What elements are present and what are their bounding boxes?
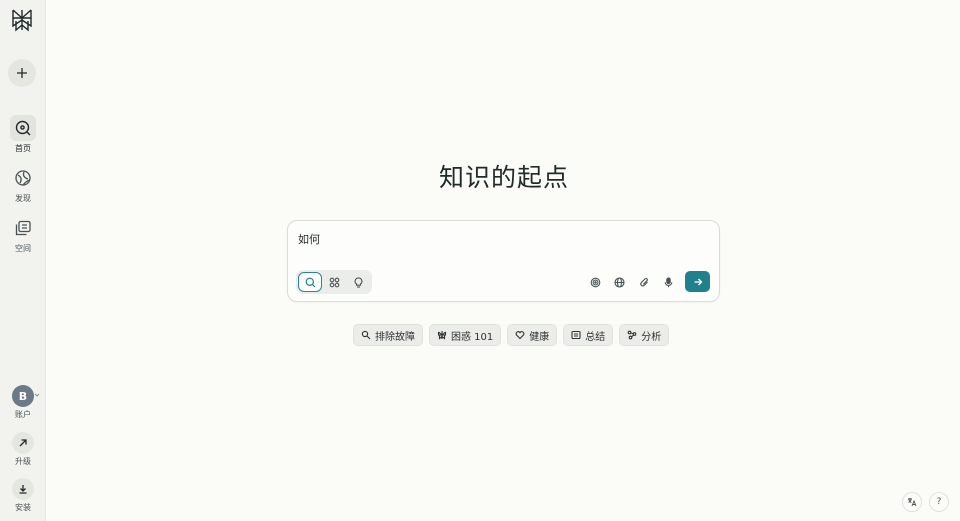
search-circle-icon bbox=[15, 120, 31, 136]
sidebar-item-label: 安装 bbox=[15, 503, 31, 512]
help-button[interactable]: ? bbox=[929, 492, 949, 512]
chip-health[interactable]: 健康 bbox=[507, 324, 558, 346]
heart-icon bbox=[515, 331, 525, 340]
globe-icon bbox=[613, 276, 625, 288]
chip-summarize[interactable]: 总结 bbox=[563, 324, 614, 346]
chip-analyze[interactable]: 分析 bbox=[619, 324, 670, 346]
wrench-icon bbox=[361, 330, 371, 340]
sidebar-item-home[interactable]: 首页 bbox=[0, 115, 46, 154]
brain-icon bbox=[437, 331, 447, 340]
query-composer[interactable]: 如何 bbox=[287, 220, 720, 302]
query-input[interactable]: 如何 bbox=[298, 231, 320, 247]
sidebar-item-upgrade[interactable]: 升级 bbox=[0, 432, 46, 467]
list-icon bbox=[571, 330, 581, 340]
bulb-icon bbox=[354, 276, 362, 288]
new-thread-button[interactable] bbox=[8, 59, 36, 87]
mode-selector bbox=[296, 270, 372, 294]
sidebar-item-label: 空间 bbox=[15, 244, 31, 253]
mode-research-button[interactable] bbox=[322, 272, 346, 292]
search-icon bbox=[305, 277, 315, 287]
page-title: 知识的起点 bbox=[438, 163, 569, 192]
perplexity-logo-icon[interactable] bbox=[9, 7, 35, 33]
language-button[interactable] bbox=[902, 492, 922, 512]
sidebar: 首页 发现 空间 B 账户 升级 安装 bbox=[0, 0, 46, 521]
chip-label: 分析 bbox=[641, 331, 662, 343]
microphone-icon bbox=[664, 276, 672, 287]
download-icon bbox=[19, 485, 27, 494]
chip-label: 健康 bbox=[529, 331, 550, 343]
chevron-down-icon[interactable] bbox=[34, 392, 40, 398]
arrow-up-right-icon bbox=[19, 439, 27, 447]
mode-search-button[interactable] bbox=[298, 272, 322, 292]
sidebar-item-spaces[interactable]: 空间 bbox=[0, 215, 46, 254]
focus-button[interactable] bbox=[587, 274, 603, 290]
sidebar-item-label: 首页 bbox=[15, 144, 31, 153]
voice-button[interactable] bbox=[660, 274, 676, 290]
spaces-icon bbox=[15, 220, 31, 236]
analysis-icon bbox=[627, 330, 637, 340]
suggestion-chips: 排除故障 困惑 101 健康 总结 分析 bbox=[353, 324, 670, 346]
avatar[interactable]: B bbox=[12, 385, 34, 407]
sidebar-item-label: 账户 bbox=[15, 410, 31, 419]
mode-labs-button[interactable] bbox=[346, 272, 370, 292]
sidebar-item-account[interactable]: B 账户 bbox=[0, 385, 46, 420]
focus-icon bbox=[590, 277, 600, 287]
paperclip-icon bbox=[639, 277, 648, 286]
chip-label: 排除故障 bbox=[375, 331, 415, 343]
attach-button[interactable] bbox=[636, 274, 652, 290]
submit-button[interactable] bbox=[685, 271, 710, 292]
translate-icon bbox=[908, 498, 917, 507]
chip-label: 总结 bbox=[585, 331, 606, 343]
chip-perplexity-101[interactable]: 困惑 101 bbox=[429, 324, 502, 346]
sidebar-item-label: 发现 bbox=[15, 194, 31, 203]
arrow-right-icon bbox=[694, 278, 702, 285]
web-search-button[interactable] bbox=[611, 274, 627, 290]
chip-label: 困惑 101 bbox=[451, 331, 494, 343]
sidebar-item-install[interactable]: 安装 bbox=[0, 478, 46, 513]
sidebar-item-label: 升级 bbox=[15, 457, 31, 466]
plus-icon bbox=[17, 68, 27, 78]
chip-troubleshoot[interactable]: 排除故障 bbox=[353, 324, 423, 346]
research-icon bbox=[329, 277, 339, 287]
